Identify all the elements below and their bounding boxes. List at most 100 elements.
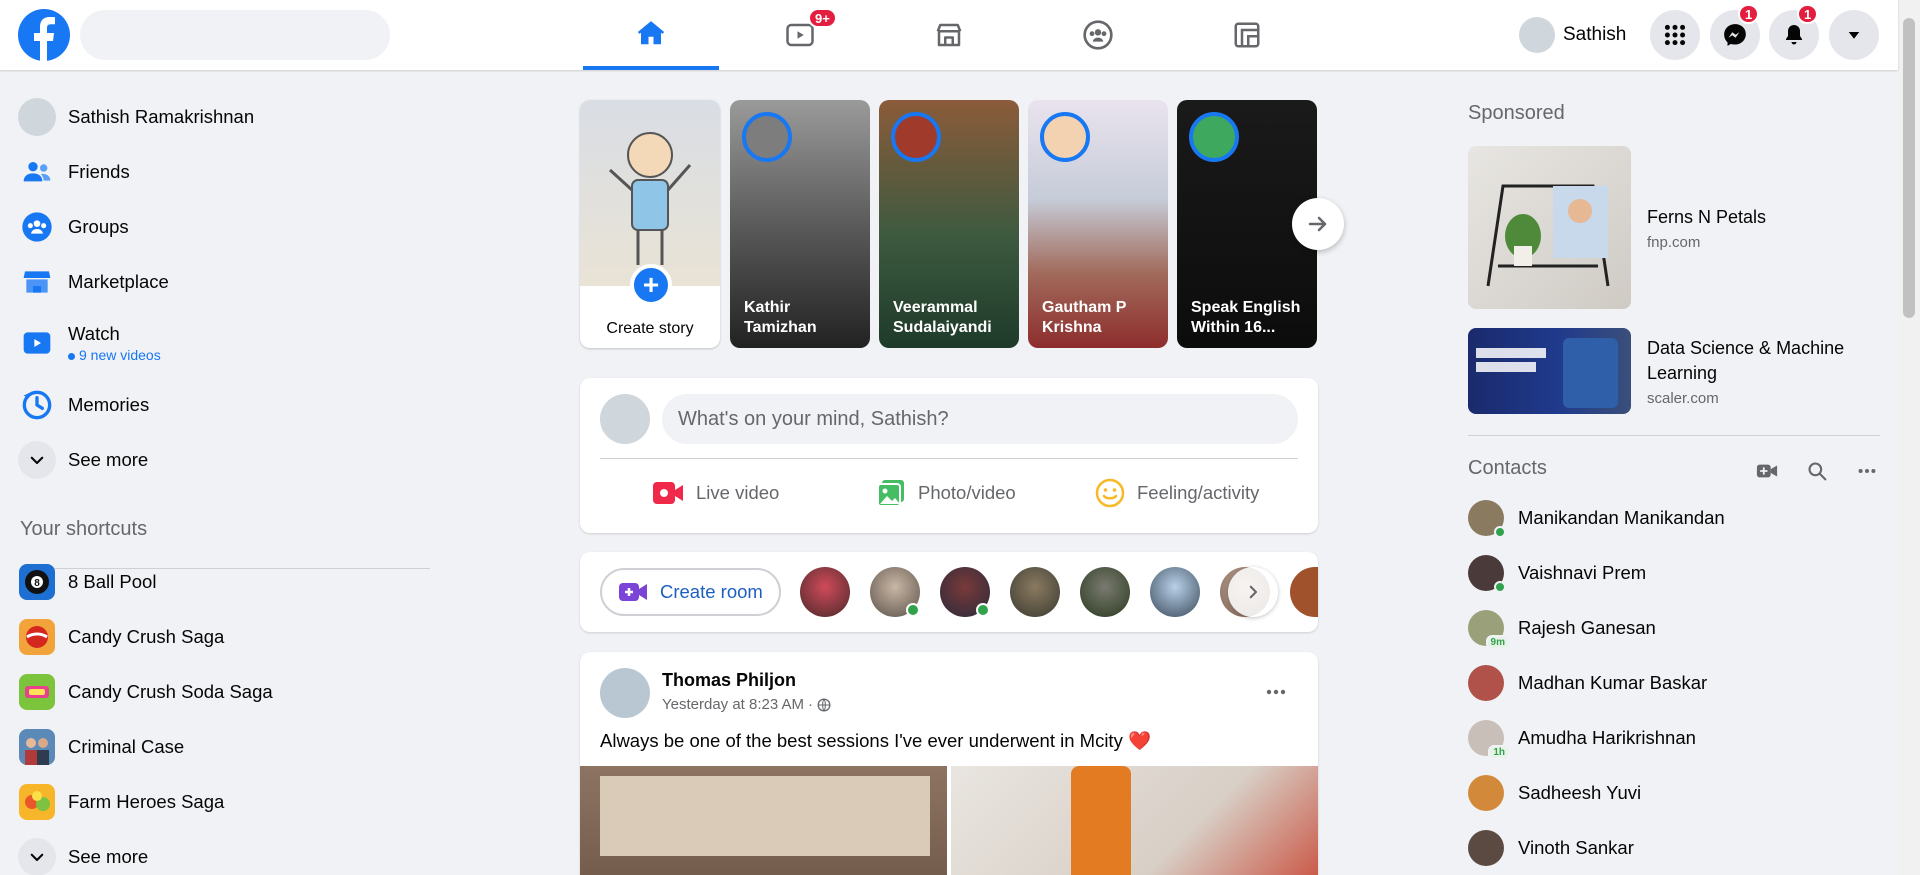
contact-item[interactable]: 9m Rajesh Ganesan bbox=[1468, 603, 1888, 653]
contact-item[interactable]: Vaishnavi Prem bbox=[1468, 548, 1888, 598]
room-contact-avatar[interactable] bbox=[870, 567, 920, 617]
watch-icon bbox=[18, 324, 56, 362]
create-story-card[interactable]: + Create story bbox=[580, 100, 720, 348]
chevron-right-icon bbox=[1249, 585, 1258, 599]
room-contact-avatar[interactable] bbox=[940, 567, 990, 617]
new-room-button[interactable] bbox=[1750, 454, 1784, 488]
sidebar-item-marketplace[interactable]: Marketplace bbox=[18, 257, 428, 307]
room-contact-avatar[interactable] bbox=[1080, 567, 1130, 617]
story-avatar bbox=[742, 112, 792, 162]
room-contact-avatar[interactable] bbox=[1010, 567, 1060, 617]
shortcuts-title: Your shortcuts bbox=[20, 518, 148, 540]
messenger-icon bbox=[1724, 24, 1746, 46]
last-active-badge: 1h bbox=[1488, 745, 1510, 760]
shortcut-item[interactable]: Criminal Case bbox=[18, 722, 428, 772]
tab-marketplace[interactable] bbox=[881, 0, 1017, 70]
search-input[interactable] bbox=[80, 10, 390, 60]
sidebar-item-watch[interactable]: Watch 9 new videos bbox=[18, 312, 428, 374]
farm-heroes-saga-icon bbox=[18, 783, 56, 821]
feeling-activity-button[interactable]: Feeling/activity bbox=[1095, 468, 1259, 518]
create-room-label: Create room bbox=[660, 581, 763, 602]
sidebar-item-profile[interactable]: Sathish Ramakrishnan bbox=[18, 92, 428, 142]
person-figure bbox=[1071, 766, 1131, 875]
ad-image-text-line bbox=[1476, 362, 1536, 372]
contact-name: Vaishnavi Prem bbox=[1518, 562, 1647, 583]
tab-groups[interactable] bbox=[1030, 0, 1166, 70]
messenger-badge: 1 bbox=[1738, 4, 1760, 24]
online-dot bbox=[1494, 526, 1506, 538]
story-name: Kathir Tamizhan bbox=[744, 299, 817, 336]
avatar bbox=[1468, 830, 1504, 866]
more-horizontal-icon bbox=[1266, 689, 1286, 695]
contact-item[interactable]: Sadheesh Yuvi bbox=[1468, 768, 1888, 818]
avatar[interactable] bbox=[600, 394, 650, 444]
scrollbar-thumb[interactable] bbox=[1903, 18, 1915, 318]
ad-info: Ferns N Petals fnp.com bbox=[1647, 146, 1766, 309]
sidebar-item-friends[interactable]: Friends bbox=[18, 147, 428, 197]
watch-badge: 9+ bbox=[808, 8, 837, 28]
room-contact-avatar[interactable] bbox=[1150, 567, 1200, 617]
sidebar-see-more[interactable]: See more bbox=[18, 435, 428, 485]
rooms-next-button[interactable] bbox=[1228, 567, 1278, 617]
tab-watch[interactable]: 9+ bbox=[732, 0, 868, 70]
post-image[interactable] bbox=[580, 766, 947, 875]
room-contact-avatar[interactable] bbox=[800, 567, 850, 617]
search-contacts-button[interactable] bbox=[1800, 454, 1834, 488]
shortcuts-see-more[interactable]: See more bbox=[18, 832, 428, 875]
post-time[interactable]: Yesterday at 8:23 AM bbox=[662, 696, 804, 713]
photo-video-button[interactable]: Photo/video bbox=[876, 468, 1016, 518]
tab-home[interactable] bbox=[583, 0, 719, 70]
home-icon bbox=[637, 21, 665, 45]
watch-new-videos[interactable]: 9 new videos bbox=[68, 347, 161, 363]
sidebar-item-label: Sathish Ramakrishnan bbox=[68, 106, 255, 127]
contact-item[interactable]: 1h Amudha Harikrishnan bbox=[1468, 713, 1888, 763]
sidebar-item-groups[interactable]: Groups bbox=[18, 202, 428, 252]
contact-item[interactable]: Vinoth Sankar bbox=[1468, 823, 1888, 873]
post-options-button[interactable] bbox=[1256, 672, 1296, 712]
contact-item[interactable]: Madhan Kumar Baskar bbox=[1468, 658, 1888, 708]
post-image[interactable] bbox=[951, 766, 1318, 875]
room-contact-avatar[interactable] bbox=[1290, 567, 1318, 617]
story-card[interactable]: Kathir Tamizhan bbox=[730, 100, 870, 348]
contacts-options-button[interactable] bbox=[1850, 454, 1884, 488]
sponsored-ad[interactable]: Ferns N Petals fnp.com bbox=[1468, 146, 1888, 309]
more-horizontal-icon bbox=[1858, 468, 1876, 474]
story-avatar bbox=[891, 112, 941, 162]
create-room-button[interactable]: Create room bbox=[600, 568, 781, 616]
composer-input[interactable]: What's on your mind, Sathish? bbox=[662, 394, 1298, 444]
live-video-button[interactable]: Live video bbox=[652, 468, 779, 518]
shortcut-item[interactable]: Candy Crush Soda Saga bbox=[18, 667, 428, 717]
feed-post: Thomas Philjon Yesterday at 8:23 AM · Al… bbox=[580, 652, 1318, 875]
messenger-button[interactable]: 1 bbox=[1710, 4, 1760, 60]
shortcut-item[interactable]: Farm Heroes Saga bbox=[18, 777, 428, 827]
notifications-badge: 1 bbox=[1797, 4, 1819, 24]
post-author[interactable]: Thomas Philjon bbox=[662, 670, 796, 691]
story-card[interactable]: Veerammal Sudalaiyandi bbox=[879, 100, 1019, 348]
svg-text:8: 8 bbox=[34, 578, 40, 589]
contact-name: Amudha Harikrishnan bbox=[1518, 727, 1696, 748]
sidebar-item-label: Memories bbox=[68, 394, 150, 415]
avatar[interactable] bbox=[600, 668, 650, 718]
sidebar-item-memories[interactable]: Memories bbox=[18, 380, 428, 430]
top-bar: 9+ Sathish 1 1 bbox=[0, 0, 1898, 70]
stories-next-button[interactable] bbox=[1292, 198, 1344, 250]
shortcut-item[interactable]: 8 8 Ball Pool bbox=[18, 557, 428, 607]
sponsored-ad[interactable]: Data Science & Machine Learning scaler.c… bbox=[1468, 328, 1888, 414]
menu-button[interactable] bbox=[1650, 10, 1700, 60]
page-scrollbar[interactable] bbox=[1898, 0, 1920, 875]
profile-chip[interactable]: Sathish bbox=[1515, 12, 1638, 58]
notifications-button[interactable]: 1 bbox=[1769, 4, 1819, 60]
story-name: Speak English Within 16... bbox=[1191, 299, 1301, 336]
ad-domain: fnp.com bbox=[1647, 233, 1701, 251]
facebook-logo-icon[interactable] bbox=[18, 9, 70, 61]
video-plus-icon bbox=[1756, 464, 1778, 478]
search-box[interactable] bbox=[80, 10, 390, 60]
create-story-photo bbox=[580, 100, 720, 286]
story-card[interactable]: Gautham P Krishna bbox=[1028, 100, 1168, 348]
ad-image-figure bbox=[1563, 338, 1618, 408]
live-video-icon bbox=[653, 482, 683, 504]
shortcut-item[interactable]: Candy Crush Saga bbox=[18, 612, 428, 662]
tab-gaming[interactable] bbox=[1179, 0, 1315, 70]
account-button[interactable] bbox=[1829, 10, 1879, 60]
contact-item[interactable]: Manikandan Manikandan bbox=[1468, 493, 1888, 543]
